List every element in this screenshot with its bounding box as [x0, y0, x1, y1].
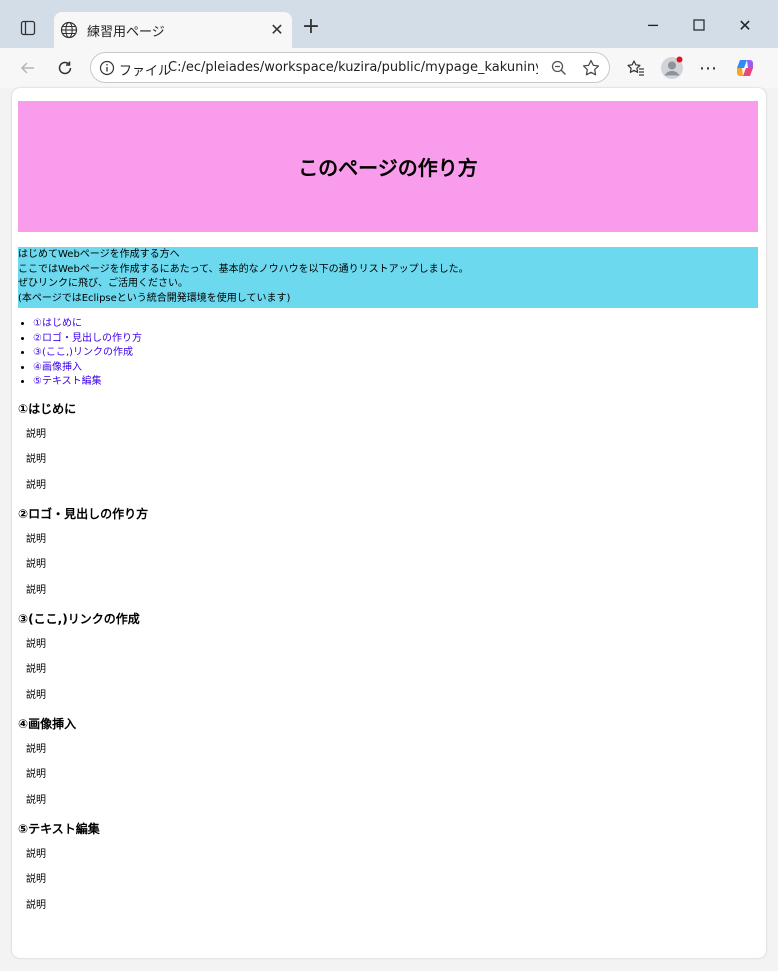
toc-link-intro[interactable]: ①はじめに — [33, 318, 82, 329]
info-icon[interactable] — [99, 60, 115, 76]
section-images: ④画像挿入 説明 説明 説明 — [18, 717, 758, 808]
intro-line: (本ページではEclipseという統合開発環境を使用しています) — [18, 292, 291, 304]
tab-strip: 練習用ページ ✕ + ─ ✕ — [0, 0, 778, 48]
intro-line: ぜひリンクに飛び、ご活用ください。 — [18, 278, 188, 289]
section-title: ④画像挿入 — [18, 716, 77, 731]
section-description: 説明 — [26, 479, 46, 491]
copilot-icon[interactable] — [733, 56, 757, 80]
section-text: ⑤テキスト編集 説明 説明 説明 — [18, 822, 758, 913]
section-title: ①はじめに — [18, 401, 77, 416]
address-prefix: ファイル — [119, 64, 172, 79]
toc-item: ③(ここ,)リンクの作成 — [33, 346, 758, 361]
section-intro: ①はじめに 説明 説明 説明 — [18, 402, 758, 493]
page-viewport[interactable]: このページの作り方 はじめてWebページを作成する方へ ここではWebページを作… — [12, 88, 766, 958]
section-description: 説明 — [26, 638, 46, 650]
zoom-out-icon[interactable] — [550, 59, 568, 77]
section-logo: ②ロゴ・見出しの作り方 説明 説明 説明 — [18, 507, 758, 598]
section-description: 説明 — [26, 454, 46, 466]
section-description: 説明 — [26, 874, 46, 886]
section-title: ②ロゴ・見出しの作り方 — [18, 506, 149, 521]
avatar-icon[interactable] — [660, 56, 684, 80]
page-title: このページの作り方 — [298, 156, 478, 180]
toc-item: ⑤テキスト編集 — [33, 375, 758, 390]
minimize-icon[interactable]: ─ — [638, 14, 668, 38]
section-description: 説明 — [26, 899, 46, 911]
section-title: ⑤テキスト編集 — [18, 821, 100, 836]
browser-window: 練習用ページ ✕ + ─ ✕ ファイル C:/ec/pleiades/works… — [0, 0, 778, 971]
maximize-icon[interactable] — [684, 14, 714, 38]
page-header: このページの作り方 — [18, 101, 758, 232]
section-description: 説明 — [26, 584, 46, 596]
more-icon[interactable]: ⋯ — [696, 56, 720, 80]
toc-link-links[interactable]: ③(ここ,)リンクの作成 — [33, 347, 133, 358]
section-title: ③(ここ,)リンクの作成 — [18, 611, 140, 626]
arrow-left-icon[interactable] — [16, 56, 40, 80]
toc-item: ④画像挿入 — [33, 361, 758, 376]
toc-link-logo[interactable]: ②ロゴ・見出しの作り方 — [33, 333, 142, 344]
section-description: 説明 — [26, 794, 46, 806]
tab-title: 練習用ページ — [87, 25, 165, 40]
section-description: 説明 — [26, 533, 46, 545]
star-icon[interactable] — [581, 58, 601, 78]
section-description: 説明 — [26, 848, 46, 860]
url-text[interactable]: C:/ec/pleiades/workspace/kuzira/public/m… — [168, 60, 538, 75]
address-bar[interactable]: ファイル C:/ec/pleiades/workspace/kuzira/pub… — [90, 52, 610, 83]
section-links: ③(ここ,)リンクの作成 説明 説明 説明 — [18, 612, 758, 703]
browser-tab[interactable]: 練習用ページ ✕ — [54, 12, 292, 48]
section-description: 説明 — [26, 769, 46, 781]
toc-item: ②ロゴ・見出しの作り方 — [33, 332, 758, 347]
intro-box: はじめてWebページを作成する方へ ここではWebページを作成するにあたって、基… — [18, 247, 758, 308]
toolbar: ファイル C:/ec/pleiades/workspace/kuzira/pub… — [0, 48, 778, 88]
globe-icon — [60, 21, 78, 39]
favorites-icon[interactable] — [624, 56, 648, 80]
section-description: 説明 — [26, 428, 46, 440]
close-window-icon[interactable]: ✕ — [730, 14, 760, 38]
section-description: 説明 — [26, 689, 46, 701]
intro-line: ここではWebページを作成するにあたって、基本的なノウハウを以下の通りリストアッ… — [18, 263, 469, 275]
toc-item: ①はじめに — [33, 317, 758, 332]
tab-actions-icon[interactable] — [14, 14, 42, 42]
intro-line: はじめてWebページを作成する方へ — [18, 249, 180, 260]
table-of-contents: ①はじめに ②ロゴ・見出しの作り方 ③(ここ,)リンクの作成 ④画像挿入 ⑤テキ… — [18, 317, 758, 390]
section-description: 説明 — [26, 559, 46, 571]
toc-link-text[interactable]: ⑤テキスト編集 — [33, 376, 102, 387]
close-icon[interactable]: ✕ — [268, 21, 286, 39]
page-content: このページの作り方 はじめてWebページを作成する方へ ここではWebページを作… — [18, 101, 758, 913]
toc-link-images[interactable]: ④画像挿入 — [33, 362, 82, 373]
section-description: 説明 — [26, 743, 46, 755]
section-description: 説明 — [26, 664, 46, 676]
reload-icon[interactable] — [53, 56, 77, 80]
plus-icon[interactable]: + — [300, 16, 322, 39]
